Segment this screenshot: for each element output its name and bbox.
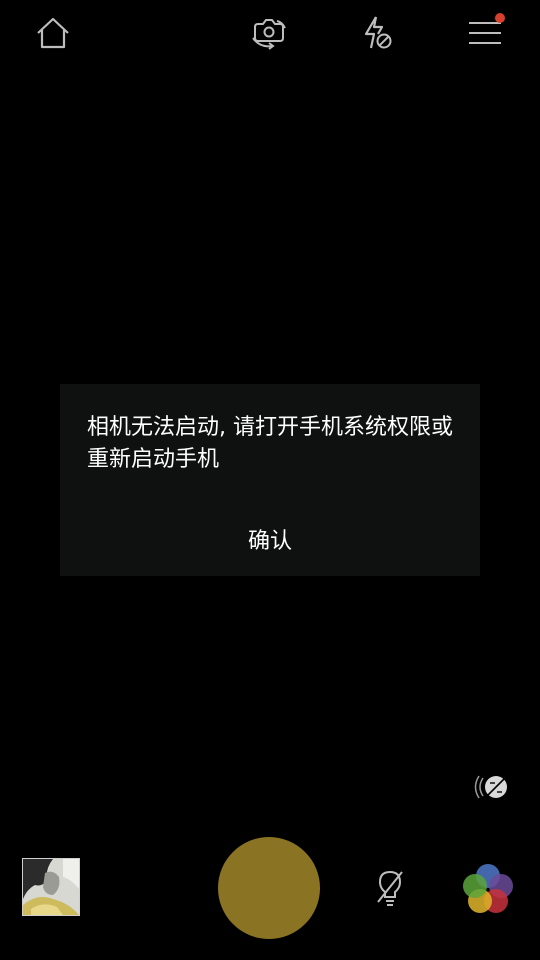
shutter-button[interactable] [218, 837, 320, 939]
home-button[interactable] [28, 10, 78, 56]
filters-button[interactable] [458, 860, 518, 920]
home-icon [37, 17, 69, 49]
error-dialog: 相机无法启动, 请打开手机系统权限或重新启动手机 确认 [60, 384, 480, 576]
menu-button[interactable] [460, 10, 510, 56]
confirm-button[interactable]: 确认 [60, 514, 480, 570]
camera-screen: 相机无法启动, 请打开手机系统权限或重新启动手机 确认 [0, 0, 540, 960]
light-off-icon [377, 870, 403, 906]
gallery-thumbnail[interactable] [22, 858, 80, 916]
camera-switch-icon [252, 19, 286, 50]
light-toggle-button[interactable] [372, 868, 408, 908]
filters-icon [463, 864, 513, 913]
camera-switch-button[interactable] [244, 10, 294, 56]
exposure-compensation-icon [474, 775, 507, 799]
flash-off-icon [364, 16, 392, 49]
dialog-message: 相机无法启动, 请打开手机系统权限或重新启动手机 [87, 415, 453, 472]
flash-toggle-button[interactable] [352, 10, 402, 56]
gallery-thumbnail-image [23, 859, 79, 915]
exposure-button[interactable] [470, 770, 512, 806]
notification-dot [495, 13, 505, 23]
